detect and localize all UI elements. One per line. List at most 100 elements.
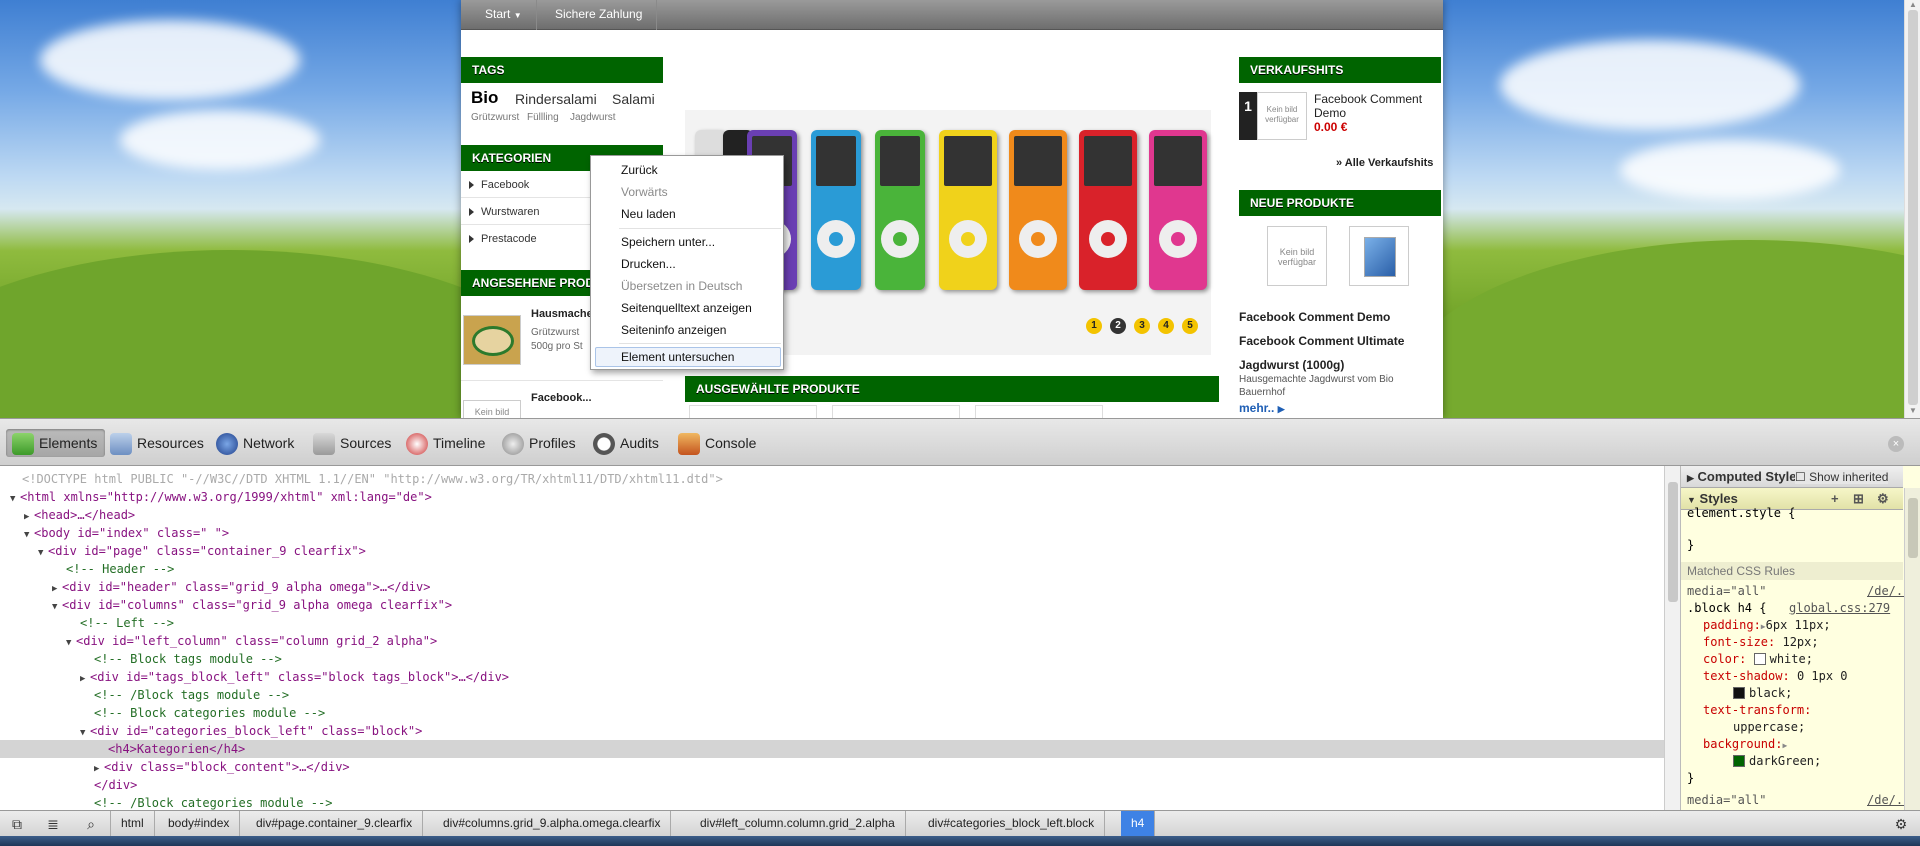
dom-scrollbar[interactable] [1664, 466, 1680, 810]
menu-item-save-as[interactable]: Speichern unter... [621, 235, 715, 249]
dom-node[interactable]: <!-- Block categories module --> [0, 704, 1664, 722]
tag-bio[interactable]: Bio [471, 88, 498, 108]
dom-node[interactable]: <!-- Header --> [0, 560, 1664, 578]
console-toggle-icon[interactable]: ≣ [42, 814, 64, 834]
dom-node[interactable]: ▼ <html xmlns="http://www.w3.org/1999/xht… [0, 488, 1664, 506]
breadcrumb-html[interactable]: html [110, 811, 155, 836]
css-property-value[interactable]: darkGreen; [1733, 754, 1821, 768]
scrollbar-thumb[interactable] [1668, 482, 1678, 602]
show-inherited-checkbox[interactable]: ☐ Show inherited [1795, 470, 1889, 484]
product-thumbnail[interactable] [463, 315, 521, 365]
menu-item-print[interactable]: Drucken... [621, 257, 676, 271]
tab-timeline[interactable]: Timeline [406, 429, 485, 457]
new-product-link[interactable]: Facebook Comment Demo [1239, 310, 1390, 324]
category-prestacode[interactable]: Prestacode [469, 233, 537, 245]
gear-icon[interactable]: ⚙ [1877, 488, 1889, 510]
dom-node[interactable]: </div> [0, 776, 1664, 794]
dock-icon[interactable]: ⧉ [6, 814, 28, 834]
slider-dot-5[interactable]: 5 [1182, 318, 1198, 334]
dom-node[interactable]: <!-- Block tags module --> [0, 650, 1664, 668]
viewed-product-title[interactable]: Facebook... [531, 392, 592, 404]
css-property[interactable]: background:▶ [1703, 737, 1787, 751]
dom-node[interactable]: <!-- /Block tags module --> [0, 686, 1664, 704]
scroll-down-icon[interactable]: ▼ [1909, 406, 1917, 415]
dom-node[interactable]: ▼ <div id="columns" class="grid_9 alpha o… [0, 596, 1664, 614]
breadcrumb-body[interactable]: body#index [158, 811, 241, 836]
slider-dot-3[interactable]: 3 [1134, 318, 1150, 334]
breadcrumb-columns[interactable]: div#columns.grid_9.alpha.omega.clearfix [433, 811, 672, 836]
slider-dot-1[interactable]: 1 [1086, 318, 1102, 334]
dom-node[interactable]: ▼ <div id="page" class="container_9 clear… [0, 542, 1664, 560]
dom-node[interactable]: ▶ <div id="tags_block_left" class="block … [0, 668, 1664, 686]
tab-sources[interactable]: Sources [313, 429, 391, 457]
product-thumbnail[interactable] [1349, 226, 1409, 286]
dom-node[interactable]: ▼ <div id="left_column" class="column gri… [0, 632, 1664, 650]
new-product-link[interactable]: Jagdwurst (1000g) [1239, 358, 1344, 372]
tag-salami[interactable]: Salami [612, 91, 655, 107]
menu-item-forward[interactable]: Vorwärts [621, 185, 668, 199]
nav-secure-payment[interactable]: Sichere Zahlung [541, 0, 658, 30]
element-state-icon[interactable]: ⊞ [1853, 488, 1864, 510]
dom-node[interactable]: ▶ <div class="block_content">…</div> [0, 758, 1664, 776]
dom-node[interactable]: <!DOCTYPE html PUBLIC "-//W3C//DTD XHTML… [0, 470, 1664, 488]
menu-item-page-info[interactable]: Seiteninfo anzeigen [621, 323, 726, 337]
source-link[interactable]: global.css:279 [1789, 601, 1890, 615]
search-icon[interactable]: ⌕ [80, 814, 102, 834]
gear-icon[interactable]: ⚙ [1890, 814, 1912, 834]
tag-fuellung[interactable]: Füllling [527, 112, 559, 123]
breadcrumb-categories-block[interactable]: div#categories_block_left.block [918, 811, 1106, 836]
tag-gruetzwurst[interactable]: Grützwurst [471, 112, 519, 123]
product-card[interactable] [832, 405, 960, 418]
slider-dot-4[interactable]: 4 [1158, 318, 1174, 334]
new-product-link[interactable]: Facebook Comment Ultimate [1239, 334, 1404, 348]
dom-node[interactable]: <!-- /Block categories module --> [0, 794, 1664, 810]
scroll-up-icon[interactable]: ▲ [1909, 0, 1917, 9]
color-swatch[interactable] [1753, 653, 1766, 665]
rule-selector[interactable]: .block h4 { [1687, 601, 1766, 615]
tag-jagdwurst[interactable]: Jagdwurst [570, 112, 616, 123]
color-swatch[interactable] [1733, 755, 1745, 767]
menu-item-inspect-element[interactable]: Element untersuchen [621, 350, 734, 364]
tab-elements[interactable]: Elements [6, 429, 106, 457]
more-link[interactable]: mehr.. ▶ [1239, 401, 1285, 415]
css-property-value[interactable]: uppercase; [1733, 720, 1805, 734]
tab-audits[interactable]: Audits [593, 429, 659, 457]
dom-node[interactable]: ▼ <div id="categories_block_left" class="… [0, 722, 1664, 740]
slider-dot-2[interactable]: 2 [1110, 318, 1126, 334]
tag-rindersalami[interactable]: Rindersalami [515, 91, 597, 107]
css-property[interactable]: color: white; [1703, 652, 1813, 666]
triangle-right-icon[interactable]: ▶ [1782, 741, 1787, 750]
product-card[interactable] [689, 405, 817, 418]
scrollbar-thumb[interactable] [1908, 10, 1918, 405]
breadcrumb-h4[interactable]: h4 [1121, 811, 1156, 836]
product-thumbnail[interactable]: Kein bild verfügbar [1257, 92, 1307, 140]
styles-scrollbar[interactable] [1904, 488, 1920, 810]
css-property[interactable]: text-transform: [1703, 703, 1811, 717]
tab-resources[interactable]: Resources [110, 429, 204, 457]
css-property-value[interactable]: black; [1733, 686, 1792, 700]
bestseller-product-link[interactable]: Facebook Comment Demo [1314, 92, 1439, 120]
product-thumbnail[interactable]: Kein bild [463, 400, 521, 418]
menu-item-reload[interactable]: Neu laden [621, 207, 676, 221]
breadcrumb-page[interactable]: div#page.container_9.clearfix [246, 811, 424, 836]
tab-profiles[interactable]: Profiles [502, 429, 576, 457]
product-thumbnail[interactable]: Kein bild verfügbar [1267, 226, 1327, 286]
product-card[interactable] [975, 405, 1103, 418]
all-bestsellers-link[interactable]: » Alle Verkaufshits [1336, 157, 1433, 169]
tab-console[interactable]: Console [678, 429, 756, 457]
close-icon[interactable]: × [1888, 436, 1904, 452]
breadcrumb-left-column[interactable]: div#left_column.column.grid_2.alpha [690, 811, 906, 836]
menu-item-back[interactable]: Zurück [621, 163, 658, 177]
element-style-rule[interactable]: element.style { [1687, 506, 1795, 520]
viewed-product-title[interactable]: Hausmacher [531, 308, 597, 320]
dom-node[interactable]: <!-- Left --> [0, 614, 1664, 632]
plus-icon[interactable]: + [1831, 488, 1839, 510]
category-facebook[interactable]: Facebook [469, 179, 529, 191]
category-wurstwaren[interactable]: Wurstwaren [469, 206, 539, 218]
scrollbar-thumb[interactable] [1908, 498, 1918, 558]
css-property[interactable]: text-shadow: 0 1px 0 [1703, 669, 1848, 683]
nav-start[interactable]: Start ▼ [471, 0, 537, 30]
menu-item-view-source[interactable]: Seitenquelltext anzeigen [621, 301, 752, 315]
dom-node[interactable]: ▶ <div id="header" class="grid_9 alpha om… [0, 578, 1664, 596]
dom-node-selected[interactable]: <h4>Kategorien</h4> [0, 740, 1664, 758]
